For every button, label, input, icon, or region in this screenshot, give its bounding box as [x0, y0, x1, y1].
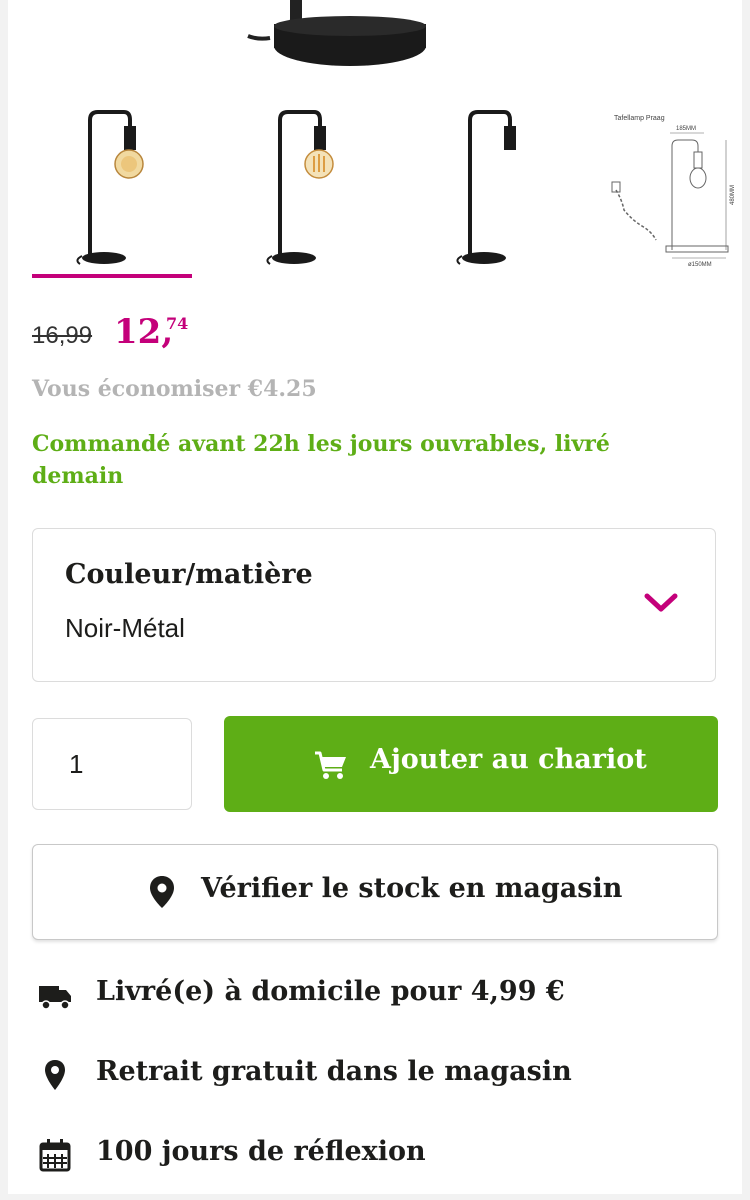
variant-selector[interactable]: Couleur/matière Noir-Métal	[32, 528, 716, 682]
usp-home-delivery: Livré(e) à domicile pour 4,99 €	[32, 974, 722, 1014]
thumbnail-strip: Tafellamp Praag 185MM 480MM ø150MM	[32, 100, 736, 280]
product-page: Tafellamp Praag 185MM 480MM ø150MM 16,99…	[8, 0, 742, 1194]
variant-value: Noir-Métal	[65, 613, 185, 643]
quantity-input[interactable]	[32, 718, 192, 810]
chevron-down-icon	[644, 593, 678, 612]
thumbnail-lamp-lit-filament[interactable]	[222, 100, 382, 280]
check-store-stock-label: Vérifier le stock en magasin	[201, 873, 623, 904]
map-pin-icon	[150, 876, 174, 908]
map-pin-icon	[45, 1060, 65, 1090]
thumbnail-lamp-dimensions-drawing[interactable]: Tafellamp Praag 185MM 480MM ø150MM	[592, 100, 742, 280]
delivery-note: Commandé avant 22h les jours ouvrables, …	[32, 431, 610, 489]
old-price: 16,99	[32, 322, 93, 349]
add-to-cart-button[interactable]: Ajouter au chariot	[224, 716, 718, 812]
main-product-image[interactable]	[8, 0, 742, 80]
variant-label: Couleur/matière	[65, 559, 313, 590]
usp-store-pickup-text: Retrait gratuit dans le magasin	[96, 1056, 572, 1087]
calendar-icon	[39, 1139, 71, 1172]
drawing-width-label: 185MM	[676, 126, 696, 132]
new-price: 12,	[114, 312, 174, 352]
usp-home-delivery-text: Livré(e) à domicile pour 4,99 €	[96, 976, 565, 1007]
new-price-cents: 74	[166, 314, 189, 333]
usp-return-period: 100 jours de réflexion	[32, 1134, 722, 1174]
thumbnail-lamp-no-bulb[interactable]	[412, 100, 572, 280]
drawing-height-label: 480MM	[730, 185, 736, 205]
add-to-cart-label: Ajouter au chariot	[370, 744, 647, 775]
thumbnail-selected-indicator	[32, 274, 192, 278]
thumbnail-lamp-lit-globe[interactable]	[32, 100, 192, 280]
savings-text: Vous économiser €4.25	[32, 376, 317, 402]
drawing-base-label: ø150MM	[688, 262, 712, 268]
truck-icon	[39, 986, 71, 1010]
usp-return-period-text: 100 jours de réflexion	[96, 1136, 426, 1167]
check-store-stock-button[interactable]: Vérifier le stock en magasin	[32, 844, 718, 940]
cart-icon	[315, 751, 346, 779]
usp-store-pickup: Retrait gratuit dans le magasin	[32, 1054, 722, 1094]
drawing-title: Tafellamp Praag	[614, 115, 665, 122]
